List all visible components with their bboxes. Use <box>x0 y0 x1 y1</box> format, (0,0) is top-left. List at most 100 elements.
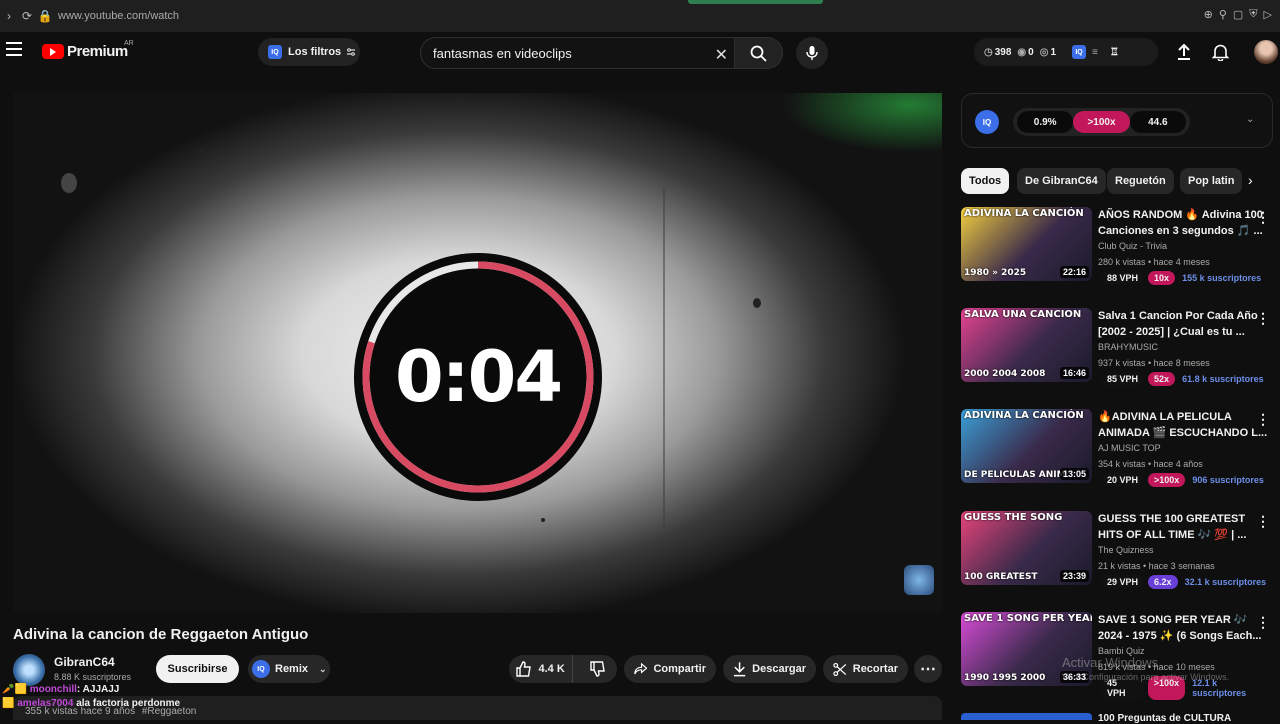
thumbs-down-icon <box>590 661 605 677</box>
download-label: Descargar <box>752 663 806 675</box>
recommendation-thumbnail[interactable]: ADIVINA LA CANCIÓN 1980 » 2025 22:16 <box>961 207 1092 281</box>
remix-button[interactable]: IQ Remix ⌄ <box>248 655 330 683</box>
bell-icon[interactable] <box>1212 43 1229 61</box>
more-vertical-icon[interactable]: ⋮ <box>1256 411 1270 428</box>
pin-icon[interactable]: ⚲ <box>1219 8 1227 21</box>
recommendation-title[interactable]: AÑOS RANDOM 🔥 Adivina 100 Canciones en 3… <box>1098 207 1268 239</box>
clock-icon: ◷ <box>984 46 993 58</box>
chip-reggaeton[interactable]: Reguetón <box>1107 168 1174 194</box>
recommendation-channel[interactable]: Club Quiz - Trivia <box>1098 241 1167 251</box>
more-vertical-icon[interactable]: ⋮ <box>1256 310 1270 327</box>
search-icon <box>750 45 767 62</box>
dislike-button[interactable] <box>579 661 617 677</box>
iq-metric-multiplier[interactable]: >100x <box>1073 111 1130 133</box>
video-title: Adivina la cancion de Reggaeton Antiguo <box>13 626 309 643</box>
filters-button[interactable]: IQ Los filtros <box>258 38 360 66</box>
views-stat: ◷ 398 <box>984 47 1011 58</box>
subscribers-badge: 155 k suscriptores <box>1182 273 1262 283</box>
browser-toolbar: › ⟳ 🔒 www.youtube.com/watch ⊕ ⚲ ▢ ⛨ ▷ <box>0 0 1280 32</box>
share-button[interactable]: Compartir <box>624 655 716 683</box>
chat-overlay: 🥕🟨 moonchill: AJJAJJ 🟨 amelas7004 ala fa… <box>2 683 180 711</box>
chip-channel[interactable]: De GibranC64 <box>1017 168 1106 194</box>
chat-message: 🥕🟨 moonchill: AJJAJJ <box>2 683 180 697</box>
forward-icon[interactable]: › <box>0 9 18 23</box>
more-vertical-icon[interactable]: ⋮ <box>1256 209 1270 226</box>
shield-icon[interactable]: ⛨ <box>1249 8 1257 21</box>
search-button[interactable] <box>735 37 783 69</box>
recommendation-stats: 20 VPH >100x 906 suscriptores <box>1101 473 1267 487</box>
multiplier-badge: 10x <box>1148 271 1176 285</box>
voice-search-button[interactable] <box>796 37 828 69</box>
channel-name[interactable]: GibranC64 <box>54 655 115 669</box>
recommendation-title[interactable]: SAVE 1 SONG PER YEAR 🎶 2024 - 1975 ✨ (6 … <box>1098 612 1268 644</box>
channel-avatar[interactable] <box>13 654 45 686</box>
channel-watermark[interactable] <box>904 565 934 595</box>
recommendation-title[interactable]: 🔥ADIVINA LA PELICULA ANIMADA 🎬 ESCUCHAND… <box>1098 409 1268 441</box>
iq-logo-icon[interactable]: IQ <box>975 110 999 134</box>
clip-button[interactable]: Recortar <box>823 655 908 683</box>
iq-icon: IQ <box>268 45 282 59</box>
next-recommendation-thumbnail[interactable] <box>961 713 1092 720</box>
more-actions-button[interactable]: ⋯ <box>914 655 942 683</box>
more-vertical-icon[interactable]: ⋮ <box>1256 614 1270 631</box>
recommendation-item[interactable]: GUESS THE SONG 100 GREATEST 23:39 GUESS THE… <box>961 511 1276 603</box>
microphone-icon <box>806 46 818 60</box>
next-recommendation-title[interactable]: 100 Preguntas de CULTURA <box>1098 713 1231 724</box>
search-input[interactable] <box>433 45 703 61</box>
recommendation-item[interactable]: SALVA UNA CANCION 2000 2004 2008 16:46 Salv… <box>961 308 1276 400</box>
channel-subscribers: 8.88 K suscriptores <box>54 672 132 682</box>
download-button[interactable]: Descargar <box>723 655 816 683</box>
chip-all[interactable]: Todos <box>961 168 1010 194</box>
address-bar[interactable]: www.youtube.com/watch <box>58 10 179 22</box>
recommendation-item[interactable]: ADIVINA LA CANCIÓN DE PELICULAS ANIM 13:05… <box>961 409 1276 501</box>
clear-search-icon[interactable]: ✕ <box>715 45 728 65</box>
menu-icon[interactable] <box>6 42 22 56</box>
video-duration: 13:05 <box>1059 468 1089 480</box>
chat-user: moonchill <box>29 684 77 695</box>
multiplier-badge: >100x <box>1148 473 1186 487</box>
thumbnail-subtext: 1980 » 2025 <box>964 268 1027 278</box>
iq-metric-engagement[interactable]: 0.9% <box>1017 111 1074 133</box>
watching-count: 0 <box>1028 46 1034 58</box>
windows-activation-hint: Ve a Configuración para activar Windows. <box>1062 672 1230 682</box>
multiplier-badge: 6.2x <box>1148 575 1178 589</box>
recommendation-channel[interactable]: BRAHYMUSIC <box>1098 342 1158 352</box>
zoom-icon[interactable]: ⊕ <box>1204 8 1213 21</box>
masthead: Premium AR IQ Los filtros ✕ ◷398 ◉0 ◎1 I… <box>0 32 1280 74</box>
like-dislike-group: 4.4 K <box>509 655 617 683</box>
download-icon <box>733 662 746 677</box>
chat-user: amelas7004 <box>17 698 74 709</box>
thumbnail-headline: SALVA UNA CANCION <box>964 309 1082 320</box>
more-vertical-icon[interactable]: ⋮ <box>1256 513 1270 530</box>
chevron-right-icon[interactable]: › <box>1248 172 1253 188</box>
like-button[interactable]: 4.4 K <box>509 655 574 683</box>
extension-stats[interactable]: ◷ 398 ◉ 0 ◎ 1 IQ ≡ ♖ <box>974 38 1158 66</box>
video-duration: 23:39 <box>1059 570 1089 582</box>
recommendation-thumbnail[interactable]: GUESS THE SONG 100 GREATEST 23:39 <box>961 511 1092 585</box>
recommendation-stats: 88 VPH 10x 155 k suscriptores <box>1101 271 1264 285</box>
recommendation-title[interactable]: Salva 1 Cancion Por Cada Año [2002 - 202… <box>1098 308 1268 340</box>
user-avatar[interactable] <box>1254 40 1278 64</box>
upload-icon[interactable] <box>1176 43 1192 61</box>
recommendation-meta: 280 k vistas • hace 4 meses <box>1098 257 1210 267</box>
recommendation-channel[interactable]: AJ MUSIC TOP <box>1098 443 1161 453</box>
iq-metric-score[interactable]: 44.6 <box>1129 111 1186 133</box>
sliders-icon <box>347 48 356 56</box>
recommendation-stats: 85 VPH 52x 61.8 k suscriptores <box>1101 372 1267 386</box>
cast-icon[interactable]: ▷ <box>1264 8 1272 21</box>
iq-metrics: 0.9% >100x 44.6 <box>1013 108 1190 136</box>
youtube-logo[interactable]: Premium AR <box>42 40 134 60</box>
recommendation-thumbnail[interactable]: SALVA UNA CANCION 2000 2004 2008 16:46 <box>961 308 1092 382</box>
screenshot-icon[interactable]: ▢ <box>1233 8 1243 21</box>
recommendation-item[interactable]: ADIVINA LA CANCIÓN 1980 » 2025 22:16 AÑOS R… <box>961 207 1276 299</box>
video-player[interactable]: 0:04 <box>13 93 942 613</box>
reload-icon[interactable]: ⟳ <box>18 9 36 23</box>
chevron-down-icon[interactable]: ⌄ <box>1246 114 1254 125</box>
iq-icon: IQ <box>252 660 270 678</box>
thumbnail-subtext: 100 GREATEST <box>964 572 1038 582</box>
chip-pop-latino[interactable]: Pop latin <box>1180 168 1243 194</box>
recommendation-channel[interactable]: The Quizness <box>1098 545 1154 555</box>
recommendation-thumbnail[interactable]: ADIVINA LA CANCIÓN DE PELICULAS ANIM 13:05 <box>961 409 1092 483</box>
recommendation-title[interactable]: GUESS THE 100 GREATEST HITS OF ALL TIME … <box>1098 511 1268 543</box>
subscribe-button[interactable]: Suscribirse <box>156 655 239 683</box>
